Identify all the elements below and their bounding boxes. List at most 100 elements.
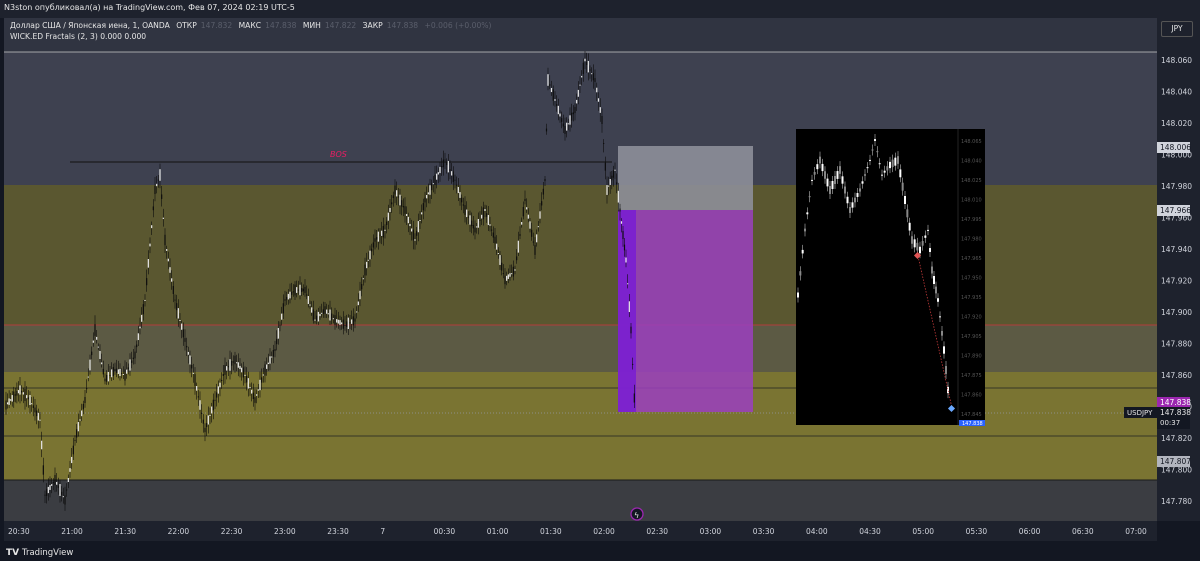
target-box[interactable] (618, 210, 753, 412)
price-tick: 147.940 (1161, 245, 1192, 254)
candle-body (559, 113, 561, 117)
candle-body (372, 242, 374, 248)
inset-candle-body (831, 181, 834, 189)
currency-button[interactable]: JPY (1161, 21, 1193, 37)
candle-body (262, 374, 264, 376)
candle-body (154, 185, 156, 195)
legend-low-label: МИН (302, 21, 321, 30)
candle-body (56, 481, 58, 485)
candle-body (452, 171, 454, 183)
inset-candle-body (861, 181, 864, 184)
candle-body (417, 221, 419, 233)
candle-body (247, 378, 249, 389)
candle-body (596, 87, 598, 93)
candle-body (269, 356, 271, 364)
candle-body (386, 221, 388, 225)
chart-canvas[interactable]: BOS 148.065148.040148.025148.010147.9951… (0, 0, 1200, 561)
symbol-tag: USDJPY (1127, 409, 1153, 417)
candle-body (346, 321, 348, 327)
candle-body (311, 307, 313, 313)
inset-candle-body (844, 186, 846, 194)
candle-body (497, 253, 499, 255)
candle-body (266, 364, 268, 369)
candle-body (69, 468, 71, 472)
candle-body (409, 223, 411, 227)
inset-candle-body (806, 212, 809, 215)
countdown: 00:37 (1160, 419, 1180, 427)
inset-candle-body (876, 151, 879, 153)
candle-body (466, 209, 468, 218)
candle-body (227, 366, 229, 368)
candle-body (67, 477, 69, 483)
candle-body (367, 259, 369, 261)
time-tick: 05:30 (966, 527, 988, 536)
candle-body (181, 323, 183, 330)
time-tick: 07:00 (1125, 527, 1147, 536)
candle-body (628, 301, 630, 313)
candle-body (134, 351, 136, 359)
candle-body (82, 403, 84, 410)
candle-body (27, 397, 29, 400)
stop-box[interactable] (618, 146, 753, 210)
candle-body (106, 375, 108, 382)
candle-body (442, 159, 444, 168)
candle-body (349, 322, 351, 324)
candle-body (374, 238, 376, 242)
candle-body (381, 230, 383, 236)
inset-candle-body (829, 186, 831, 194)
candle-body (147, 259, 149, 268)
time-tick: 23:00 (274, 527, 296, 536)
price-badge-text: 147.807 (1160, 457, 1191, 466)
candle-body (527, 214, 529, 219)
inset-price-tick: 147.890 (961, 354, 982, 360)
candle-body (394, 185, 396, 195)
candle-body (174, 299, 176, 301)
inset-price-tick: 147.905 (961, 334, 982, 340)
candle-body (187, 351, 189, 355)
candle-body (456, 184, 458, 186)
legend-indicator[interactable]: WICK.ED Fractals (2, 3) 0.000 0.000 (10, 32, 150, 41)
inset-candle-body (821, 163, 824, 172)
inset-candle-body (927, 229, 929, 231)
candle-body (472, 224, 474, 229)
inset-current-badge-text: 147.838 (962, 421, 983, 427)
candle-body (633, 393, 635, 403)
candle-body (112, 367, 114, 377)
candle-body (201, 412, 203, 414)
candle-body (492, 232, 494, 238)
candle-body (569, 115, 571, 125)
inset-candle-body (804, 228, 806, 232)
inset-price-tick: 148.025 (961, 178, 982, 184)
candle-body (407, 216, 409, 224)
time-tick: 03:00 (700, 527, 722, 536)
candle-body (324, 306, 326, 314)
candle-body (141, 314, 143, 322)
legend-close-label: ЗАКР (362, 21, 383, 30)
candle-body (259, 379, 261, 391)
inset-candle-body (945, 366, 947, 374)
candle-body (322, 309, 324, 314)
candle-body (606, 185, 608, 195)
candle-body (49, 485, 51, 490)
candle-body (124, 369, 126, 381)
candle-body (336, 319, 338, 323)
candle-body (416, 230, 418, 236)
candle-body (101, 362, 103, 365)
candle-body (402, 206, 404, 208)
candle-body (419, 219, 421, 221)
candle-body (119, 368, 121, 377)
candle-body (612, 170, 614, 178)
candle-body (209, 414, 211, 416)
candle-body (441, 166, 443, 168)
candle-body (104, 378, 106, 382)
inset-candle-body (901, 182, 904, 191)
candle-body (177, 308, 179, 319)
candle-body (449, 169, 451, 171)
candle-body (574, 106, 576, 114)
candle-body (550, 87, 553, 93)
candle-body (17, 390, 20, 394)
candle-body (31, 403, 33, 405)
inset-price-tick: 147.980 (961, 237, 982, 243)
candle-body (476, 226, 478, 228)
price-tick: 148.040 (1161, 88, 1192, 97)
